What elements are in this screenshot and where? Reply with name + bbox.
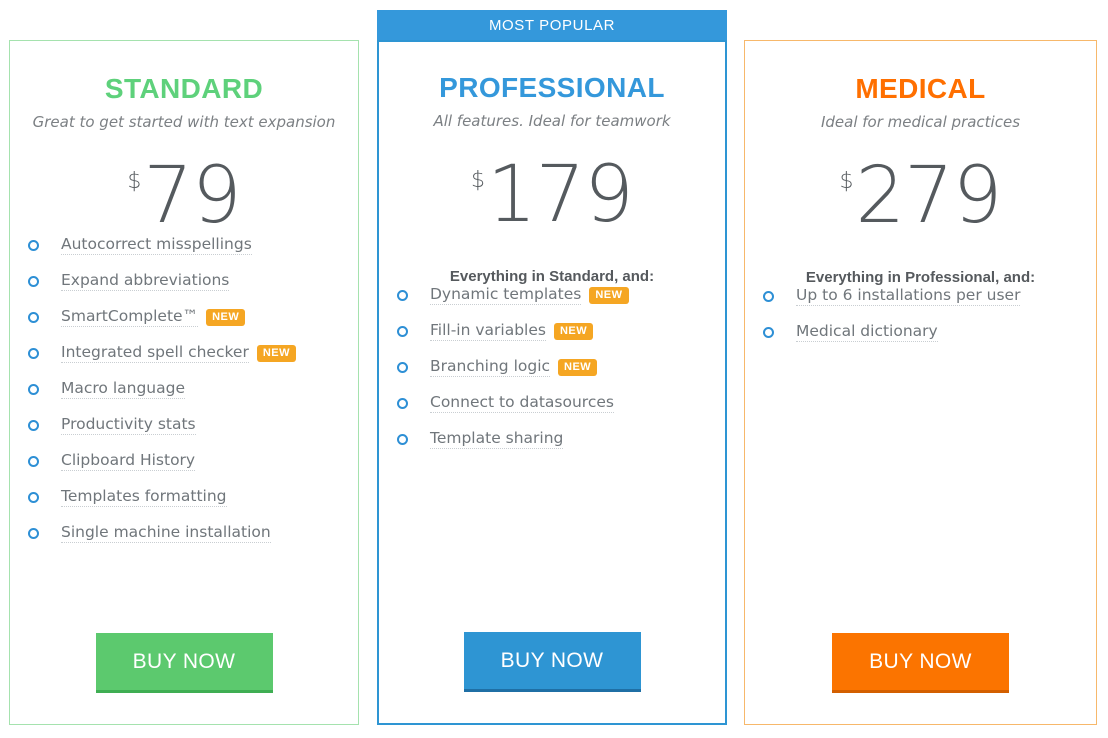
buy-row-professional: BUY NOW [379, 632, 725, 692]
list-item: Dynamic templates NEW [397, 285, 707, 305]
list-item: Up to 6 installations per user [763, 286, 1078, 306]
feature-list-medical: Up to 6 installations per user Medical d… [763, 286, 1078, 342]
plan-card-medical: MEDICAL Ideal for medical practices $ 27… [744, 40, 1097, 725]
list-item: Medical dictionary [763, 322, 1078, 342]
price-currency-professional: $ [471, 168, 486, 193]
list-item: SmartComplete™ NEW [28, 307, 340, 327]
plan-card-standard: STANDARD Great to get started with text … [9, 40, 359, 725]
buy-row-standard: BUY NOW [10, 633, 358, 693]
ring-bullet-icon [28, 383, 39, 395]
ring-bullet-icon [397, 397, 408, 409]
feature-list-standard: Autocorrect misspellings Expand abbrevia… [28, 235, 340, 543]
buy-now-button-standard[interactable]: BUY NOW [95, 633, 273, 693]
ring-bullet-icon [763, 326, 774, 338]
feature-label: Branching logic [430, 357, 551, 377]
most-popular-banner: MOST POPULAR [377, 10, 727, 41]
plan-title-standard: STANDARD [104, 73, 264, 104]
ring-bullet-icon [397, 289, 408, 301]
feature-label: Single machine installation [61, 523, 271, 543]
plan-title-medical: MEDICAL [855, 73, 986, 104]
ring-bullet-icon [397, 433, 408, 445]
feature-label: Autocorrect misspellings [61, 235, 252, 255]
list-item: Integrated spell checker NEW [28, 343, 340, 363]
feature-label: Productivity stats [61, 415, 196, 435]
list-item: Branching logic NEW [397, 357, 707, 377]
plan-card-professional: PROFESSIONAL All features. Ideal for tea… [377, 40, 727, 725]
ring-bullet-icon [28, 419, 39, 431]
ring-bullet-icon [397, 361, 408, 373]
feature-label: Dynamic templates [430, 285, 582, 305]
list-item: Template sharing [397, 429, 707, 449]
plan-body-medical: MEDICAL Ideal for medical practices $ 27… [745, 41, 1096, 342]
list-item: Fill-in variables NEW [397, 321, 707, 341]
features-intro-professional: Everything in Standard, and: [449, 268, 655, 285]
feature-label: Up to 6 installations per user [796, 286, 1021, 306]
list-item: Macro language [28, 379, 340, 399]
feature-label: Template sharing [430, 429, 564, 449]
feature-label: Connect to datasources [430, 393, 614, 413]
feature-label: Expand abbreviations [61, 271, 230, 291]
plan-price-professional: $ 179 [397, 156, 707, 234]
feature-label: Medical dictionary [796, 322, 938, 342]
price-currency-medical: $ [839, 169, 854, 194]
buy-row-medical: BUY NOW [745, 633, 1096, 693]
price-amount-professional: 179 [487, 150, 634, 240]
feature-label: Templates formatting [61, 487, 227, 507]
buy-now-button-medical[interactable]: BUY NOW [832, 633, 1009, 693]
ring-bullet-icon [28, 347, 39, 359]
list-item: Single machine installation [28, 523, 340, 543]
list-item: Expand abbreviations [28, 271, 340, 291]
plan-body-standard: STANDARD Great to get started with text … [10, 41, 358, 543]
list-item: Connect to datasources [397, 393, 707, 413]
features-intro-medical: Everything in Professional, and: [805, 269, 1036, 286]
list-item: Autocorrect misspellings [28, 235, 340, 255]
plan-body-professional: PROFESSIONAL All features. Ideal for tea… [379, 42, 725, 449]
ring-bullet-icon [28, 239, 39, 251]
plan-title-professional: PROFESSIONAL [439, 72, 665, 103]
pricing-table: MOST POPULAR STANDARD Great to get start… [0, 0, 1108, 738]
new-badge: NEW [589, 286, 629, 304]
buy-now-button-professional[interactable]: BUY NOW [463, 632, 641, 692]
feature-list-professional: Dynamic templates NEW Fill-in variables … [397, 285, 707, 449]
list-item: Templates formatting [28, 487, 340, 507]
ring-bullet-icon [28, 455, 39, 467]
new-badge: NEW [558, 358, 598, 376]
ring-bullet-icon [397, 325, 408, 337]
plan-price-medical: $ 279 [763, 157, 1078, 235]
ring-bullet-icon [763, 290, 774, 302]
price-amount-medical: 279 [855, 151, 1003, 241]
new-badge: NEW [553, 322, 594, 340]
plan-subtitle-medical: Ideal for medical practices [820, 113, 1021, 131]
feature-label: Fill-in variables [430, 321, 546, 341]
new-badge: NEW [256, 344, 296, 362]
price-currency-standard: $ [127, 169, 142, 194]
ring-bullet-icon [28, 311, 39, 323]
list-item: Productivity stats [28, 415, 340, 435]
feature-label: Macro language [61, 379, 185, 399]
price-amount-standard: 79 [143, 151, 241, 241]
feature-label: Integrated spell checker [61, 343, 249, 363]
feature-label: SmartComplete™ [61, 307, 199, 327]
ring-bullet-icon [28, 527, 39, 539]
ring-bullet-icon [28, 275, 39, 287]
plan-price-standard: $ 79 [28, 157, 340, 235]
plan-subtitle-professional: All features. Ideal for teamwork [433, 112, 671, 130]
list-item: Clipboard History [28, 451, 340, 471]
feature-label: Clipboard History [61, 451, 196, 471]
plan-subtitle-standard: Great to get started with text expansion [32, 113, 336, 131]
ring-bullet-icon [28, 491, 39, 503]
new-badge: NEW [206, 308, 246, 326]
